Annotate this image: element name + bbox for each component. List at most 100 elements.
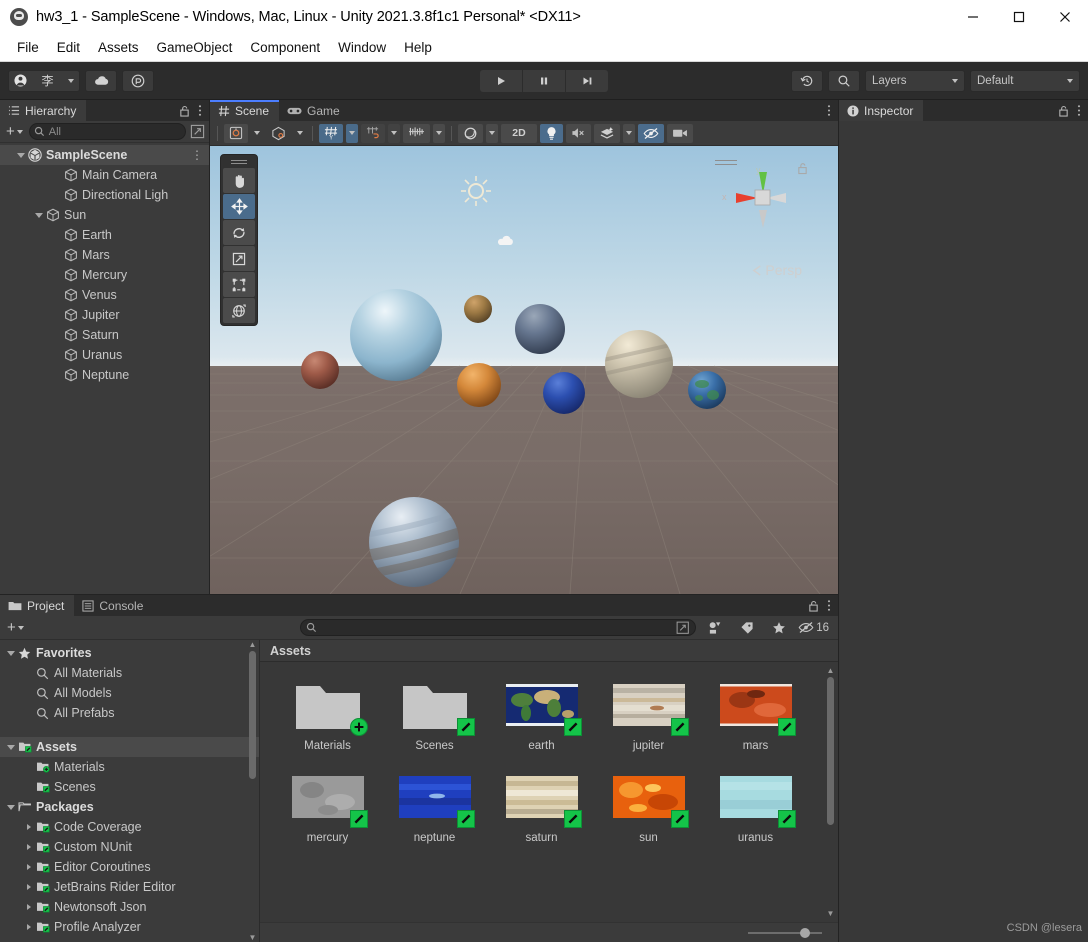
project-item-newtonsoft-json[interactable]: Newtonsoft Json	[0, 897, 259, 917]
project-tree-scrollbar[interactable]: ▲ ▼	[247, 640, 258, 942]
expand-toggle[interactable]	[22, 924, 36, 930]
shading-mode-dropdown[interactable]	[294, 124, 306, 143]
scene-view[interactable]: y x Persp	[210, 146, 838, 594]
project-item-favorites[interactable]: Favorites	[0, 643, 259, 663]
unlocked-padlock-icon[interactable]	[797, 162, 808, 180]
tab-console[interactable]: Console	[74, 595, 154, 616]
scene-camera-button[interactable]	[667, 123, 693, 143]
effects-dropdown[interactable]	[623, 123, 635, 143]
project-search-input[interactable]	[299, 619, 697, 636]
close-button[interactable]	[1042, 0, 1088, 34]
asset-grid-scrollbar[interactable]: ▲ ▼	[825, 666, 836, 918]
project-item-custom-nunit[interactable]: Custom NUnit	[0, 837, 259, 857]
asset-item[interactable]: uranus	[702, 768, 809, 844]
menu-gameobject[interactable]: GameObject	[148, 37, 242, 58]
transform-tool-button[interactable]	[223, 298, 255, 323]
cloud-button[interactable]	[85, 69, 117, 92]
grid-visibility-button[interactable]: Y	[319, 123, 343, 143]
draw-mode-button[interactable]	[224, 123, 248, 143]
project-search-popout-icon[interactable]	[676, 621, 690, 635]
kebab-menu-icon[interactable]	[1077, 104, 1081, 117]
hierarchy-item-samplescene[interactable]: SampleScene ⋮	[0, 145, 209, 165]
asset-item[interactable]: earth	[488, 676, 595, 752]
maximize-button[interactable]	[996, 0, 1042, 34]
asset-item[interactable]: mercury	[274, 768, 381, 844]
undo-history-button[interactable]	[791, 69, 823, 92]
tab-game[interactable]: Game	[279, 100, 350, 121]
hierarchy-item-earth[interactable]: Earth	[0, 225, 209, 245]
audio-toggle-button[interactable]	[566, 123, 591, 143]
pause-button[interactable]	[523, 69, 565, 92]
draw-mode-dropdown[interactable]	[251, 124, 263, 143]
scroll-down-arrow[interactable]: ▼	[249, 933, 257, 942]
scroll-thumb[interactable]	[827, 677, 834, 825]
expand-toggle[interactable]	[32, 212, 46, 218]
scroll-up-arrow[interactable]: ▲	[827, 666, 835, 675]
skybox-dropdown[interactable]	[486, 123, 498, 143]
expand-toggle[interactable]	[22, 884, 36, 890]
hierarchy-popout-icon[interactable]	[190, 124, 205, 139]
zoom-slider-track[interactable]	[748, 927, 822, 938]
hierarchy-add-button[interactable]: +	[4, 123, 25, 140]
hidden-objects-toggle-button[interactable]	[638, 123, 664, 143]
lighting-toggle-button[interactable]	[540, 123, 563, 143]
expand-toggle[interactable]	[4, 804, 18, 810]
project-add-button[interactable]: +	[5, 619, 26, 636]
gizmo-grip[interactable]	[715, 160, 737, 165]
kebab-menu-icon[interactable]: ⋮	[191, 149, 209, 161]
tab-hierarchy[interactable]: Hierarchy	[0, 100, 87, 121]
asset-item[interactable]: neptune	[381, 768, 488, 844]
projection-label-row[interactable]: Persp	[752, 262, 802, 278]
project-item-assets[interactable]: Assets	[0, 737, 259, 757]
menu-file[interactable]: File	[8, 37, 48, 58]
expand-toggle[interactable]	[4, 650, 18, 656]
search-button[interactable]	[828, 69, 860, 92]
asset-type-filter-button[interactable]	[702, 618, 728, 637]
project-item-all-materials[interactable]: All Materials	[0, 663, 259, 683]
menu-window[interactable]: Window	[329, 37, 395, 58]
asset-item[interactable]: jupiter	[595, 676, 702, 752]
project-item-materials[interactable]: Materials	[0, 757, 259, 777]
layers-dropdown[interactable]: Layers	[865, 69, 965, 92]
move-tool-button[interactable]	[223, 194, 255, 219]
hierarchy-item-mercury[interactable]: Mercury	[0, 265, 209, 285]
hierarchy-item-uranus[interactable]: Uranus	[0, 345, 209, 365]
hierarchy-item-main-camera[interactable]: Main Camera	[0, 165, 209, 185]
play-button[interactable]	[480, 69, 522, 92]
hidden-assets-count[interactable]: 16	[798, 621, 833, 634]
scroll-thumb[interactable]	[249, 651, 256, 779]
snap-increment-button[interactable]	[361, 123, 385, 143]
lock-icon[interactable]	[808, 600, 819, 612]
component-bars-button[interactable]	[403, 123, 430, 143]
project-item-scenes[interactable]: Scenes	[0, 777, 259, 797]
minimize-button[interactable]	[950, 0, 996, 34]
tool-palette-grip[interactable]	[223, 157, 255, 167]
hand-tool-button[interactable]	[223, 168, 255, 193]
scene-orientation-gizmo[interactable]: y x Persp	[710, 152, 810, 278]
scroll-up-arrow[interactable]: ▲	[249, 640, 257, 649]
step-button[interactable]	[566, 69, 608, 92]
tab-scene[interactable]: Scene	[210, 100, 280, 121]
hierarchy-item-neptune[interactable]: Neptune	[0, 365, 209, 385]
axis-gizmo[interactable]: y x	[710, 152, 810, 252]
asset-item[interactable]: Scenes	[381, 676, 488, 752]
expand-toggle[interactable]	[14, 152, 28, 158]
lock-icon[interactable]	[1058, 105, 1069, 117]
tab-project[interactable]: Project	[0, 595, 75, 616]
hierarchy-search-input[interactable]: All	[28, 123, 186, 140]
hierarchy-item-jupiter[interactable]: Jupiter	[0, 305, 209, 325]
rotate-tool-button[interactable]	[223, 220, 255, 245]
kebab-menu-icon[interactable]	[827, 104, 831, 117]
project-item-code-coverage[interactable]: Code Coverage	[0, 817, 259, 837]
asset-item[interactable]: saturn	[488, 768, 595, 844]
project-item-editor-coroutines[interactable]: Editor Coroutines	[0, 857, 259, 877]
project-item-profile-analyzer[interactable]: Profile Analyzer	[0, 917, 259, 937]
expand-toggle[interactable]	[22, 844, 36, 850]
project-item-all-models[interactable]: All Models	[0, 683, 259, 703]
hierarchy-item-venus[interactable]: Venus	[0, 285, 209, 305]
kebab-menu-icon[interactable]	[827, 599, 831, 612]
project-item-packages[interactable]: Packages	[0, 797, 259, 817]
expand-toggle[interactable]	[22, 904, 36, 910]
asset-item[interactable]: Materials	[274, 676, 381, 752]
layout-dropdown[interactable]: Default	[970, 69, 1080, 92]
